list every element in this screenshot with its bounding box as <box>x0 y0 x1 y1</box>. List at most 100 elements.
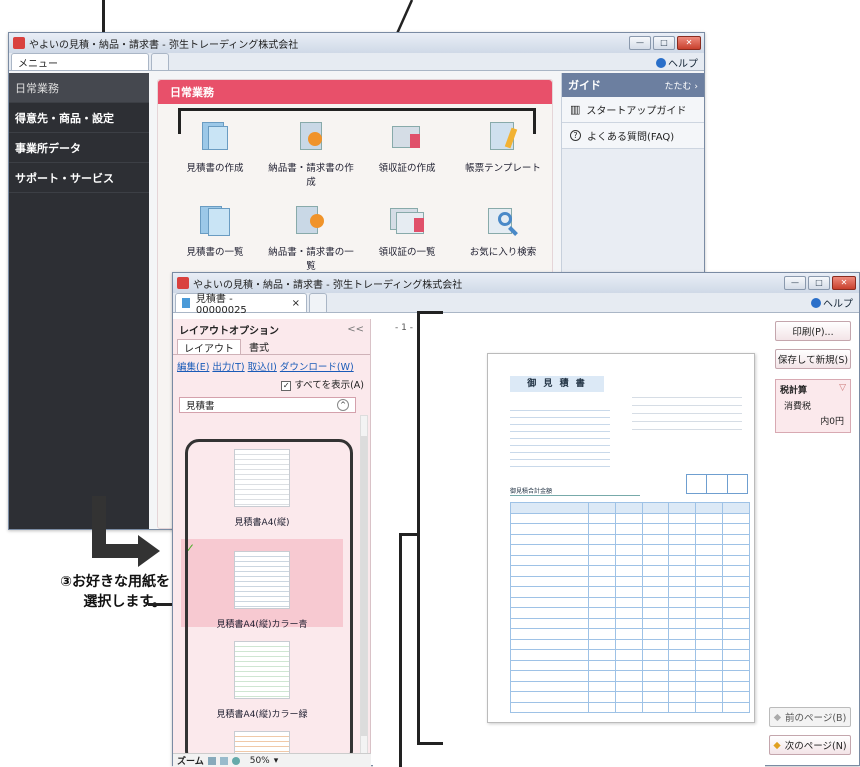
guide-title: ガイド <box>568 79 601 92</box>
guide-item-label: スタートアップガイド <box>586 106 687 117</box>
doc-table-row <box>509 628 750 640</box>
scrollbar-thumb[interactable] <box>361 436 367 736</box>
tab-format[interactable]: 書式 <box>243 339 275 354</box>
doc-table-cell <box>509 533 590 545</box>
doc-table-cell <box>695 617 724 629</box>
tab-layout-label: レイアウト <box>184 344 234 355</box>
doc-table-cell <box>614 565 643 577</box>
edit-link[interactable]: 編集(E) <box>177 359 209 373</box>
doc-table-cell <box>668 607 697 619</box>
zoom-fit-icon[interactable] <box>207 756 216 765</box>
doc-table-cell <box>668 544 697 556</box>
doc-table-cell <box>509 586 590 598</box>
help-link[interactable]: ヘルプ <box>656 55 698 70</box>
maximize-button[interactable]: □ <box>808 276 830 290</box>
doc-table-cell <box>509 659 590 671</box>
tile-label: お気に入り検索 <box>469 247 537 258</box>
tab-estimate-label: 見積書 - 00000025 <box>195 294 247 316</box>
doc-table-cell <box>722 680 750 692</box>
doc-table-cell <box>641 607 670 619</box>
doc-table-cell <box>641 659 670 671</box>
doc-table-cell <box>695 701 724 713</box>
app-icon <box>177 277 189 289</box>
category-select[interactable]: 見積書 ^ <box>179 397 356 413</box>
doc-table-cell <box>641 638 670 650</box>
doc-table-cell <box>695 544 724 556</box>
tab-menu[interactable]: メニュー <box>11 53 149 70</box>
doc-table-cell <box>588 544 616 556</box>
zoom-bar: ズーム 50% ▾ <box>173 753 371 767</box>
doc-table-cell <box>641 670 670 682</box>
doc-table-cell <box>668 565 697 577</box>
zoom-value[interactable]: 50% <box>250 756 270 766</box>
close-button[interactable]: ✕ <box>832 276 856 290</box>
collapse-button[interactable]: << <box>347 324 364 335</box>
zoom-page-icon[interactable] <box>219 756 228 765</box>
tile-invoice-list[interactable]: 納品書・請求書の一覧 <box>266 204 356 272</box>
document-window: やよいの見積・納品・請求書 - 弥生トレーディング株式会社 — □ ✕ 見積書 … <box>172 272 860 767</box>
doc-table-cell <box>722 554 750 566</box>
minimize-button[interactable]: — <box>784 276 806 290</box>
guide-fold-button[interactable]: たたむ › <box>665 79 698 92</box>
subtotal-label: 御見積合計金額 <box>510 488 553 495</box>
download-link[interactable]: ダウンロード(W) <box>280 359 354 373</box>
annotation-line-1: ③お好きな用紙を <box>60 574 170 590</box>
close-button[interactable]: ✕ <box>677 36 701 50</box>
doc-table-cell <box>509 575 590 587</box>
doc-table-cell <box>695 575 724 587</box>
doc-table-cell <box>668 523 697 535</box>
next-page-button[interactable]: ◆ 次のページ(N) <box>769 735 851 755</box>
annotation-bracket-preview <box>417 311 443 745</box>
chevron-down-icon[interactable]: ▽ <box>839 383 846 396</box>
panel-title: 日常業務 <box>158 80 552 104</box>
paper-list-scrollbar[interactable] <box>360 415 368 759</box>
tab-estimate[interactable]: 見積書 - 00000025 × <box>175 293 307 316</box>
doc-table-row <box>509 586 750 598</box>
sidebar-item-customers[interactable]: 得意先・商品・設定 <box>9 103 149 133</box>
prev-page-button[interactable]: ◆ 前のページ(B) <box>769 707 851 727</box>
doc-table-cell <box>722 607 750 619</box>
minimize-button[interactable]: — <box>629 36 651 50</box>
doc-table-cell <box>695 649 724 661</box>
doc-table-cell <box>722 670 750 682</box>
doc-table-cell <box>614 523 643 535</box>
tax-title: 税計算 <box>780 386 808 396</box>
tile-estimate-list[interactable]: 見積書の一覧 <box>170 204 260 258</box>
print-button[interactable]: 印刷(P)... <box>775 321 851 341</box>
tile-favorite-search[interactable]: お気に入り検索 <box>458 204 548 258</box>
doc-table-cell <box>722 691 750 703</box>
help-link[interactable]: ヘルプ <box>811 295 853 310</box>
doc-table-cell <box>614 502 643 514</box>
doc-table-cell <box>614 670 643 682</box>
doc-table-cell <box>722 523 750 535</box>
sidebar-item-daily[interactable]: 日常業務 <box>9 73 149 103</box>
doc-table-cell <box>614 512 643 524</box>
doc-table-cell <box>722 533 750 545</box>
show-all-checkbox[interactable]: ✓ <box>281 380 292 391</box>
doc-table-cell <box>641 575 670 587</box>
save-new-button[interactable]: 保存して新規(S) <box>775 349 851 369</box>
import-link[interactable]: 取込(I) <box>248 359 277 373</box>
doc-table-row <box>509 512 750 524</box>
tab-new[interactable] <box>309 293 327 312</box>
zoom-dropdown-icon[interactable]: ▾ <box>274 756 279 766</box>
tile-receipt-list[interactable]: 領収証の一覧 <box>362 204 452 258</box>
annotation-vertical-line <box>399 533 402 767</box>
doc-table-cell <box>588 680 616 692</box>
guide-fold-label: たたむ <box>664 81 692 92</box>
sidebar-item-support[interactable]: サポート・サービス <box>9 163 149 193</box>
main-window-title: やよいの見積・納品・請求書 - 弥生トレーディング株式会社 <box>29 39 299 51</box>
tab-close-icon[interactable]: × <box>292 298 300 309</box>
tab-layout[interactable]: レイアウト <box>177 339 241 355</box>
tab-new[interactable] <box>151 53 169 70</box>
sidebar-item-office[interactable]: 事業所データ <box>9 133 149 163</box>
doc-table-cell <box>588 617 616 629</box>
output-link[interactable]: 出力(T) <box>212 359 244 373</box>
guide-item-startup[interactable]: ▥ スタートアップガイド <box>562 97 704 123</box>
doc-table-cell <box>668 586 697 598</box>
maximize-button[interactable]: □ <box>653 36 675 50</box>
guide-item-label: よくある質問(FAQ) <box>587 132 675 143</box>
guide-item-faq[interactable]: ? よくある質問(FAQ) <box>562 123 704 149</box>
layout-tabs: レイアウト 書式 <box>173 339 370 355</box>
zoom-in-icon[interactable] <box>231 756 240 765</box>
